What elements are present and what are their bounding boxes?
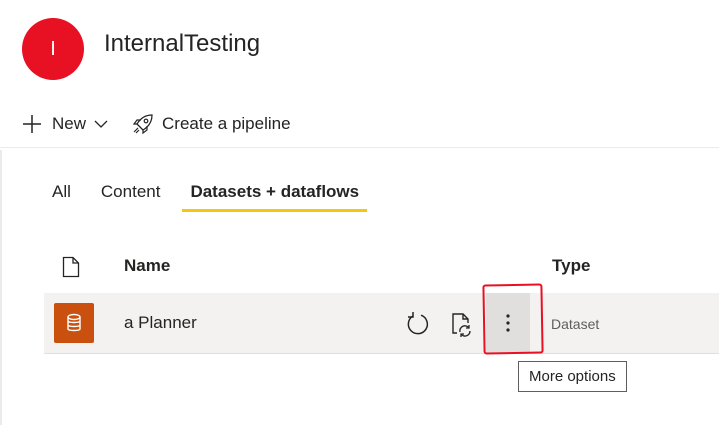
dataset-name-link[interactable]: a Planner <box>124 313 197 333</box>
tab-bar: All Content Datasets + dataflows <box>52 180 397 212</box>
column-header-name[interactable]: Name <box>124 256 170 276</box>
schedule-refresh-icon <box>452 313 471 337</box>
workspace-title: InternalTesting <box>104 30 261 57</box>
new-button[interactable]: New <box>22 114 108 134</box>
database-icon <box>54 303 94 343</box>
avatar-initial: I <box>50 37 56 60</box>
left-border <box>0 150 2 425</box>
column-header-type[interactable]: Type <box>552 256 590 276</box>
document-icon <box>62 256 80 283</box>
plus-icon <box>23 115 41 133</box>
rocket-icon <box>132 114 153 135</box>
workspace-avatar: I <box>22 18 84 80</box>
tab-all[interactable]: All <box>52 180 71 212</box>
create-pipeline-button[interactable]: Create a pipeline <box>132 113 291 135</box>
tooltip: More options <box>518 361 627 392</box>
annotation-highlight <box>482 283 544 355</box>
toolbar-divider <box>0 147 719 148</box>
refresh-button[interactable] <box>405 311 431 342</box>
create-pipeline-label: Create a pipeline <box>162 114 291 133</box>
tab-content[interactable]: Content <box>101 180 161 212</box>
chevron-down-icon <box>94 120 108 128</box>
dataset-type: Dataset <box>551 316 600 332</box>
tab-datasets-dataflows[interactable]: Datasets + dataflows <box>182 180 367 212</box>
refresh-icon <box>407 312 429 335</box>
new-label: New <box>52 114 87 133</box>
toolbar: New Create a pipeline <box>22 108 291 140</box>
schedule-refresh-button[interactable] <box>450 311 474 342</box>
